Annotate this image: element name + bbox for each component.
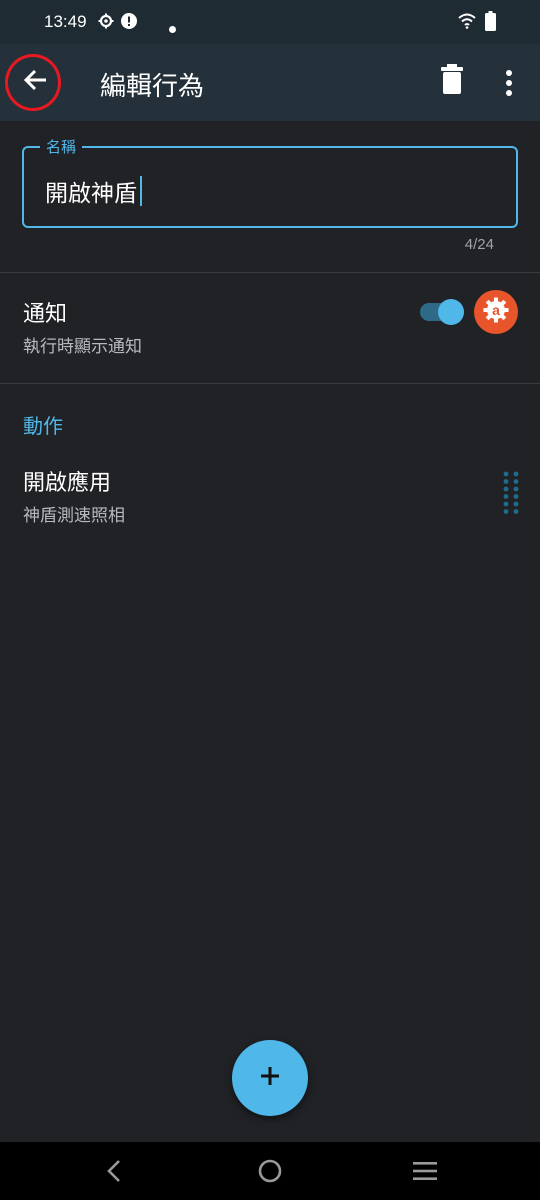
name-field-label: 名稱	[40, 136, 83, 157]
status-bar: 13:49	[0, 0, 540, 44]
nav-back-icon	[99, 1160, 129, 1190]
plus-icon	[259, 1065, 281, 1091]
notification-toggle[interactable]	[420, 299, 466, 325]
back-button[interactable]	[8, 54, 64, 110]
name-input-value: 開啟神盾	[45, 181, 137, 207]
divider	[0, 383, 540, 384]
character-counter: 4/24	[464, 236, 494, 253]
divider	[0, 272, 540, 273]
name-field[interactable]: 名稱 開啟神盾	[22, 136, 518, 228]
action-subtitle: 神盾測速照相	[23, 506, 125, 526]
nav-back-button[interactable]	[99, 1156, 129, 1186]
action-title: 開啟應用	[23, 471, 112, 496]
drag-handle-icon[interactable]	[502, 471, 520, 515]
more-options-button[interactable]	[496, 64, 524, 104]
actions-section-heading: 動作	[23, 414, 63, 438]
dot-icon	[169, 18, 176, 37]
status-time: 13:49	[44, 12, 87, 31]
automation-badge[interactable]: a	[474, 290, 518, 334]
alert-icon	[121, 13, 137, 33]
system-nav-bar	[0, 1142, 540, 1200]
text-cursor	[140, 176, 142, 206]
nav-recents-button[interactable]	[410, 1156, 440, 1186]
back-arrow-icon	[22, 66, 50, 98]
nav-recents-icon	[410, 1162, 440, 1190]
action-list-item[interactable]: 開啟應用 神盾測速照相	[0, 455, 540, 535]
nav-home-button[interactable]	[255, 1156, 285, 1186]
nav-home-icon	[255, 1159, 285, 1190]
app-bar: 編輯行為	[0, 44, 540, 121]
more-vert-icon	[496, 70, 513, 100]
add-action-button[interactable]	[232, 1040, 308, 1116]
automation-a-icon: a	[483, 297, 509, 327]
battery-icon	[485, 11, 496, 35]
settings-gear-icon	[98, 13, 114, 33]
delete-icon	[436, 64, 463, 98]
toggle-thumb	[438, 299, 464, 325]
notification-title: 通知	[23, 302, 68, 327]
name-input[interactable]: 開啟神盾	[45, 174, 142, 208]
delete-button[interactable]	[436, 64, 468, 104]
wifi-icon	[458, 13, 476, 33]
page-title: 編輯行為	[100, 72, 205, 102]
notification-subtitle: 執行時顯示通知	[23, 337, 142, 357]
svg-text:a: a	[492, 302, 500, 318]
